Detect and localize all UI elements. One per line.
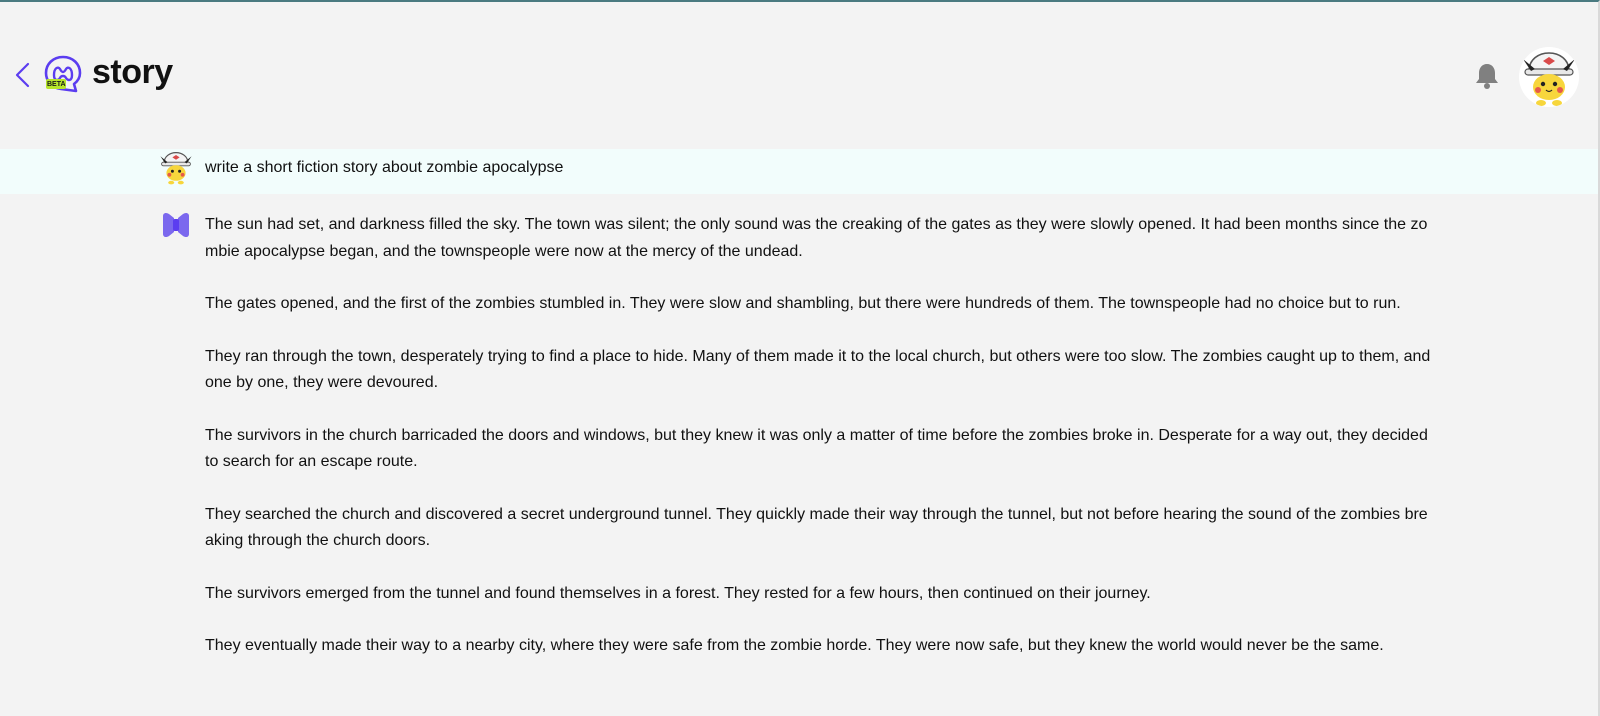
bot-avatar	[161, 212, 191, 238]
back-button[interactable]	[12, 60, 34, 90]
response-paragraph: They eventually made their way to a near…	[205, 637, 1384, 654]
message-avatar	[158, 149, 194, 185]
app-header: BETA story	[0, 2, 1600, 146]
user-message-text: write a short fiction story about zombie…	[205, 159, 564, 176]
bot-response-text: The sun had set, and darkness filled the…	[205, 212, 1435, 686]
response-paragraph: The survivors emerged from the tunnel an…	[205, 584, 1151, 602]
response-paragraph: The gates opened, and the first of the z…	[205, 295, 1401, 312]
user-message: write a short fiction story about zombie…	[0, 149, 1598, 194]
user-avatar-pikachu	[1519, 47, 1579, 107]
bot-bowtie-icon	[163, 212, 189, 238]
page-title: story	[92, 53, 173, 91]
response-paragraph: They ran through the town, desperately t…	[205, 347, 1431, 392]
logo-badge: BETA	[47, 81, 66, 88]
user-avatar-pikachu	[160, 151, 192, 185]
response-paragraph: They searched the church and discovered …	[205, 505, 1428, 550]
response-paragraph: The survivors in the church barricaded t…	[205, 426, 1428, 471]
response-paragraph: The sun had set, and darkness filled the…	[205, 216, 1428, 260]
bell-icon	[1476, 64, 1498, 89]
chevron-left-icon	[15, 62, 30, 88]
chat-page: BETA story write a short fiction story a…	[0, 0, 1600, 716]
user-avatar[interactable]	[1519, 47, 1579, 107]
bot-response: The sun had set, and darkness filled the…	[0, 194, 1598, 716]
notifications-button[interactable]	[1474, 62, 1500, 90]
app-logo: BETA	[43, 55, 83, 93]
